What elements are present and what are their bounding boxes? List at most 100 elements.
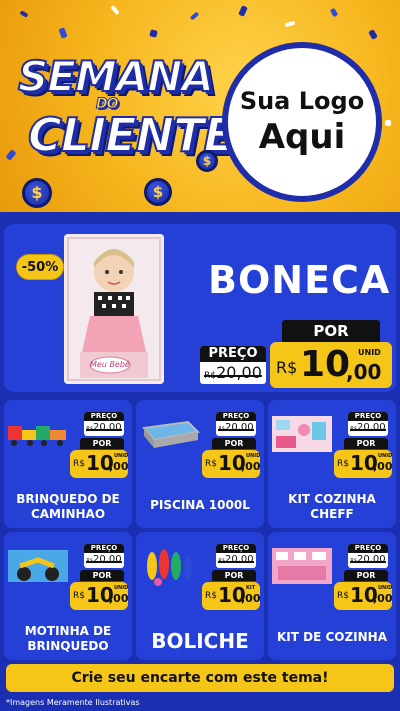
- old-price-box: PREÇO R$20,00: [216, 544, 256, 568]
- new-price-unit: UNID: [246, 453, 261, 459]
- disclaimer-text: *Imagens Meramente Ilustrativas: [6, 698, 140, 707]
- strikethrough-line: [218, 560, 254, 563]
- doll-product-image: Meu Bebê: [64, 234, 164, 384]
- box-label: Meu Bebê: [90, 360, 130, 369]
- logo-text-line-2: Aqui: [258, 117, 346, 157]
- new-price-decimals: ,00: [109, 592, 129, 605]
- coin-icon: $: [196, 150, 218, 172]
- strikethrough-line: [350, 428, 386, 431]
- new-price-currency: R$: [205, 459, 217, 469]
- new-price-decimals: ,00: [109, 460, 129, 473]
- new-price-box: R$ 10 UNID ,00: [334, 450, 393, 478]
- new-price-currency: R$: [205, 591, 217, 601]
- new-price-decimals: ,00: [373, 592, 393, 605]
- product-name-line-2: CHEFF: [310, 507, 354, 521]
- coin-icon: $: [22, 178, 52, 208]
- confetti-decoration: [284, 20, 296, 28]
- confetti-decoration: [329, 7, 339, 18]
- header-banner: SEMANA DO CLIENTE $ $ $ Sua Logo Aqui: [0, 0, 400, 212]
- old-price-box: PREÇO R$20,00: [84, 544, 124, 568]
- product-card[interactable]: PREÇO R$20,00 POR R$ 10 KIT ,00 BOLICHE: [136, 532, 264, 660]
- new-price-label: POR: [282, 320, 380, 342]
- old-price-label: PREÇO: [216, 412, 256, 421]
- old-price-value: R$20,00: [216, 421, 256, 436]
- confetti-decoration: [368, 29, 378, 40]
- old-price-label: PREÇO: [216, 544, 256, 553]
- product-name: KIT DE COZINHA: [268, 630, 396, 645]
- discount-badge: -50%: [16, 254, 64, 280]
- old-price-label: PREÇO: [84, 544, 124, 553]
- new-price-label: POR: [212, 570, 256, 581]
- strikethrough-line: [203, 374, 263, 377]
- old-price-value: R$20,00: [348, 553, 388, 568]
- product-name-line-1: PISCINA 1000L: [150, 498, 250, 512]
- old-price-box: PREÇO R$20,00: [216, 412, 256, 436]
- kitchen-kit-image: [270, 414, 334, 454]
- new-price-decimals: ,00: [241, 592, 261, 605]
- new-price-box: R$ 10 UNID ,00: [70, 582, 129, 610]
- old-price-label: PREÇO: [348, 544, 388, 553]
- strikethrough-line: [86, 560, 122, 563]
- product-name: PISCINA 1000L: [136, 498, 264, 513]
- new-price-unit: UNID: [358, 348, 381, 357]
- new-price-unit: KIT: [246, 585, 256, 591]
- new-price-label: POR: [212, 438, 256, 449]
- offers-panel: Meu Bebê -50% BONECA PREÇO R$20,00 POR R…: [0, 212, 400, 711]
- product-name: BOLICHE: [136, 630, 264, 653]
- confetti-decoration: [110, 4, 120, 16]
- strikethrough-line: [350, 560, 386, 563]
- pool-image: [138, 414, 202, 454]
- strikethrough-line: [218, 428, 254, 431]
- new-price-unit: UNID: [378, 453, 393, 459]
- new-price-label: POR: [344, 570, 388, 581]
- old-price-label: PREÇO: [200, 346, 266, 362]
- old-price-amount: 20,00: [225, 422, 254, 433]
- product-card[interactable]: PREÇO R$20,00 POR R$ 10 UNID ,00 BRINQUE…: [4, 400, 132, 528]
- new-price-currency: R$: [337, 459, 349, 469]
- new-price-box: R$ 10 UNID ,00: [270, 342, 392, 388]
- product-name-line-2: CAMINHAO: [30, 507, 106, 521]
- old-price-amount: 20,00: [225, 554, 254, 565]
- product-card[interactable]: PREÇO R$20,00 POR R$ 10 UNID ,00 PISCINA…: [136, 400, 264, 528]
- bowling-kit-image: [138, 546, 202, 586]
- coin-icon: $: [144, 178, 172, 206]
- old-price-value: R$20,00: [200, 362, 266, 384]
- old-price-box: PREÇO R$20,00: [200, 346, 266, 384]
- old-price-box: PREÇO R$20,00: [348, 412, 388, 436]
- logo-text-line-1: Sua Logo: [239, 87, 365, 115]
- confetti-decoration: [149, 29, 158, 38]
- old-price-label: PREÇO: [348, 412, 388, 421]
- featured-product-card[interactable]: Meu Bebê -50% BONECA PREÇO R$20,00 POR R…: [4, 224, 396, 392]
- new-price-label: POR: [80, 570, 124, 581]
- product-name-line-1: KIT DE COZINHA: [276, 630, 387, 644]
- confetti-decoration: [19, 10, 29, 18]
- new-price-box: R$ 10 UNID ,00: [70, 450, 129, 478]
- old-price-amount: 20,00: [357, 422, 386, 433]
- old-price-value: R$20,00: [348, 421, 388, 436]
- cta-bar[interactable]: Crie seu encarte com este tema!: [6, 664, 394, 692]
- old-price-value: R$20,00: [84, 553, 124, 568]
- new-price-decimals: ,00: [373, 460, 393, 473]
- logo-placeholder[interactable]: Sua Logo Aqui: [222, 42, 382, 202]
- old-price-amount: 20,00: [93, 554, 122, 565]
- new-price-decimals: ,00: [241, 460, 261, 473]
- new-price-integer: 10: [300, 344, 351, 385]
- new-price-unit: UNID: [114, 453, 129, 459]
- new-price-currency: R$: [73, 459, 85, 469]
- new-price-decimals: ,00: [346, 360, 382, 384]
- truck-toy-image: [6, 414, 70, 454]
- new-price-currency: R$: [73, 591, 85, 601]
- product-card[interactable]: PREÇO R$20,00 POR R$ 10 UNID ,00 MOTINHA…: [4, 532, 132, 660]
- product-card[interactable]: PREÇO R$20,00 POR R$ 10 UNID ,00 KIT DE …: [268, 532, 396, 660]
- new-price-box: R$ 10 UNID ,00: [202, 450, 261, 478]
- product-name: MOTINHA DE BRINQUEDO: [4, 624, 132, 654]
- confetti-decoration: [58, 27, 68, 39]
- confetti-decoration: [384, 119, 392, 127]
- confetti-decoration: [189, 11, 200, 21]
- old-price-value: R$20,00: [84, 421, 124, 436]
- motorbike-toy-image: [6, 546, 70, 586]
- pink-kitchen-image: [270, 546, 334, 586]
- title-line-1: SEMANA: [17, 51, 215, 102]
- old-price-amount: 20,00: [357, 554, 386, 565]
- product-card[interactable]: PREÇO R$20,00 POR R$ 10 UNID ,00 KIT COZ…: [268, 400, 396, 528]
